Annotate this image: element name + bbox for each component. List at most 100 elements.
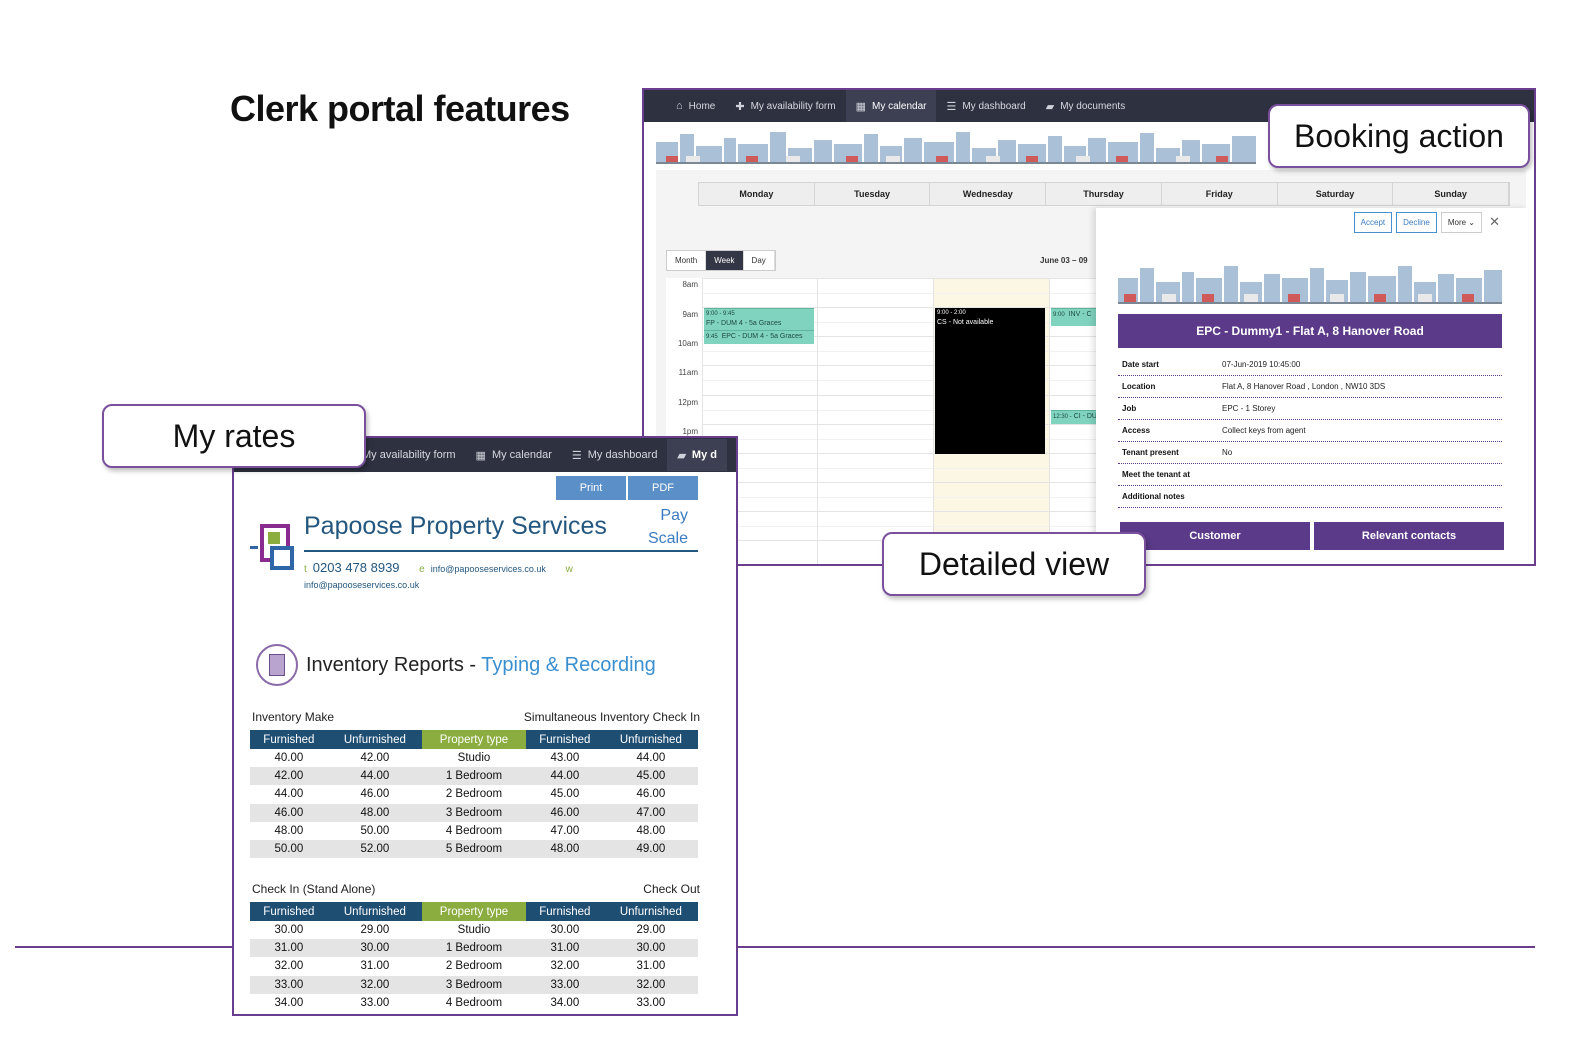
col-furnished: Furnished xyxy=(525,730,604,749)
callout-detailed-view: Detailed view xyxy=(882,532,1146,596)
date-range-label: June 03 – 09 xyxy=(1040,256,1088,265)
nav-my-dashboard[interactable]: ☰ My dashboard xyxy=(936,90,1035,122)
time-label: 1pm xyxy=(682,427,698,436)
half-hour-line xyxy=(702,497,1098,498)
detail-row-date-start: Date start 07-Jun-2019 10:45:00 xyxy=(1118,354,1502,376)
table-cell: 30.00 xyxy=(327,939,422,958)
pay-scale-label: Pay Scale xyxy=(647,507,688,547)
table-cell: 32.00 xyxy=(603,975,698,994)
table-cell: 48.00 xyxy=(525,839,604,859)
table-cell: 2 Bedroom xyxy=(445,788,503,801)
table-cell: 50.00 xyxy=(360,824,390,837)
phone-number: 0203 478 8939 xyxy=(312,560,400,575)
view-tab-week[interactable]: Week xyxy=(706,251,744,270)
list-icon: ☰ xyxy=(946,100,957,113)
table-cell: 3 Bedroom xyxy=(422,975,526,994)
table-cell: 44.00 xyxy=(636,752,666,765)
nav-availability-form[interactable]: ✚ My availability form xyxy=(725,90,845,122)
table-cell: 45.00 xyxy=(603,767,698,786)
time-label: 12pm xyxy=(677,398,698,407)
table-cell: 29.00 xyxy=(636,924,666,937)
day-sunday: Sunday xyxy=(1393,183,1510,205)
calendar-event[interactable]: 9:00 - 9:45 FP - DUM 4 - 5a Graces xyxy=(704,308,814,330)
calendar-event[interactable]: 9:45 EPC - DUM 4 - 5a Graces xyxy=(704,330,814,344)
calendar-event[interactable]: 12:30 - CI - DU xyxy=(1051,410,1099,424)
time-label: 8am xyxy=(682,280,698,289)
table-cell: 1 Bedroom xyxy=(422,939,526,958)
section-heading: Inventory Reports - Typing & Recording xyxy=(256,644,656,686)
decline-button[interactable]: Decline xyxy=(1396,212,1437,233)
table-cell: 47.00 xyxy=(603,803,698,822)
more-dropdown[interactable]: More ⌄ xyxy=(1440,212,1482,233)
table-cell: 32.00 xyxy=(274,960,304,973)
table-row: 44.00 46.00 2 Bedroom 45.00 46.00 xyxy=(250,785,698,803)
nav-my-documents[interactable]: ▰ My d xyxy=(667,439,727,471)
website-line[interactable]: info@papooseservices.co.uk xyxy=(304,580,419,590)
view-switcher: Month Week Day xyxy=(666,250,776,271)
table-row: 31.00 30.00 1 Bedroom 31.00 30.00 xyxy=(250,939,698,958)
export-buttons: Print PDF xyxy=(556,476,698,500)
table-cell: 31.00 xyxy=(360,960,390,973)
view-tab-month[interactable]: Month xyxy=(667,251,707,270)
accept-button[interactable]: Accept xyxy=(1353,212,1393,233)
day-monday: Monday xyxy=(699,183,815,205)
table-cell: 32.00 xyxy=(327,975,422,994)
table-cell: 43.00 xyxy=(550,752,580,765)
table-cell: 33.00 xyxy=(360,996,390,1009)
nav-home[interactable]: ⌂ Home xyxy=(666,90,725,122)
nav-my-calendar[interactable]: ▦ My calendar xyxy=(466,439,562,471)
nav-my-calendar[interactable]: ▦ My calendar xyxy=(845,90,937,122)
chevron-down-icon: ⌄ xyxy=(1468,218,1475,227)
folder-icon: ▰ xyxy=(677,449,686,462)
nav-my-documents[interactable]: ▰ My documents xyxy=(1036,90,1136,122)
booking-title: EPC - Dummy1 - Flat A, 8 Hanover Road xyxy=(1118,314,1502,348)
table-cell: 40.00 xyxy=(274,752,304,765)
table-row: 42.00 44.00 1 Bedroom 44.00 45.00 xyxy=(250,767,698,786)
table-cell: 32.00 xyxy=(550,960,580,973)
table-cell: 29.00 xyxy=(360,924,390,937)
calendar-icon: ▦ xyxy=(475,449,486,462)
nav-availability-form[interactable]: My availability form xyxy=(352,439,466,471)
pdf-button[interactable]: PDF xyxy=(628,476,698,500)
table-cell: 33.00 xyxy=(636,996,666,1009)
col-furnished: Furnished xyxy=(525,902,604,921)
table-cell: 44.00 xyxy=(327,767,422,786)
hour-line xyxy=(702,278,1098,279)
skyline-banner xyxy=(1118,266,1502,304)
table-row: 48.00 50.00 4 Bedroom 47.00 48.00 xyxy=(250,822,698,840)
table-cell: Studio xyxy=(457,752,491,765)
calendar-icon: ▦ xyxy=(855,100,866,113)
time-label: 11am xyxy=(678,368,698,377)
table-row: 32.00 31.00 2 Bedroom 32.00 31.00 xyxy=(250,957,698,975)
half-hour-line xyxy=(702,468,1098,469)
view-tab-day[interactable]: Day xyxy=(744,251,775,270)
table-cell: 34.00 xyxy=(550,996,580,1009)
col-property-type: Property type xyxy=(422,730,526,749)
time-label: 10am xyxy=(677,339,698,348)
print-button[interactable]: Print xyxy=(556,476,626,500)
calendar-event[interactable]: 9:00 INV - C xyxy=(1051,308,1099,326)
table-cell: 31.00 xyxy=(636,960,666,973)
email-address[interactable]: info@papooseservices.co.uk xyxy=(431,564,546,574)
week-day-header: Monday Tuesday Wednesday Thursday Friday… xyxy=(698,182,1510,206)
list-icon: ☰ xyxy=(571,449,582,462)
callout-my-rates: My rates xyxy=(102,404,366,468)
detail-row-job: Job EPC - 1 Storey xyxy=(1118,398,1502,420)
table-cell: 5 Bedroom xyxy=(422,839,526,859)
contact-line: t 0203 478 8939 e info@papooseservices.co.… xyxy=(304,560,573,575)
customer-button[interactable]: Customer xyxy=(1120,522,1310,550)
table-cell: 45.00 xyxy=(550,788,580,801)
table-cell: 33.00 xyxy=(250,975,328,994)
detail-row-meet-tenant: Meet the tenant at xyxy=(1118,464,1502,486)
table-cell: 49.00 xyxy=(603,839,698,859)
table-cell: Studio xyxy=(457,924,491,937)
company-underline xyxy=(304,550,698,552)
detail-row-location: Location Flat A, 8 Hanover Road , London … xyxy=(1118,376,1502,398)
calendar-event-unavailable[interactable]: 9:00 - 2:00 CS - Not available xyxy=(935,308,1045,454)
table-cell: 46.00 xyxy=(250,803,328,822)
table-cell: 4 Bedroom xyxy=(445,824,503,837)
table-cell: 30.00 xyxy=(274,924,304,937)
close-icon[interactable]: ✕ xyxy=(1489,214,1500,230)
relevant-contacts-button[interactable]: Relevant contacts xyxy=(1314,522,1504,550)
nav-my-dashboard[interactable]: ☰ My dashboard xyxy=(562,439,668,471)
